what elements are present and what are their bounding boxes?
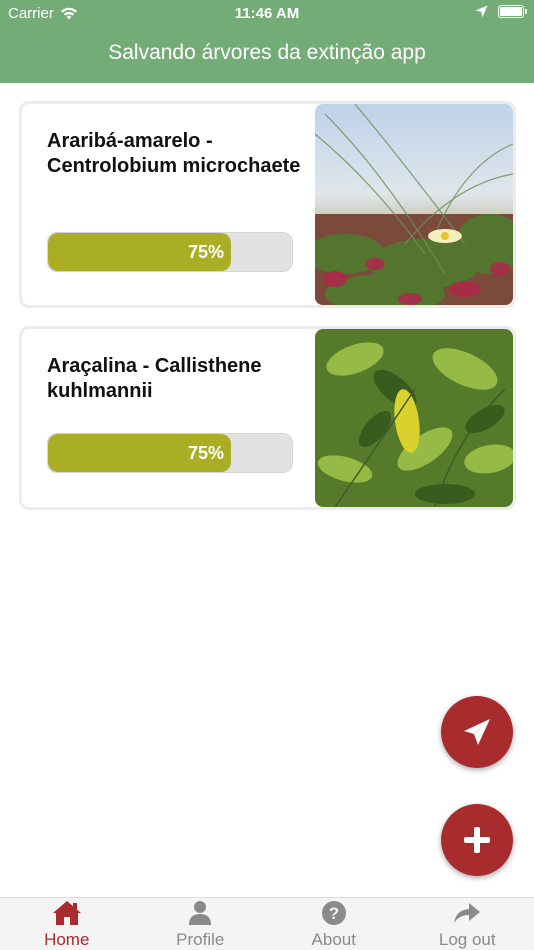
svg-text:?: ?	[329, 904, 339, 923]
share-arrow-icon	[454, 903, 481, 923]
progress-fill: 75%	[48, 233, 231, 271]
progress-bar: 75%	[47, 433, 293, 473]
status-bar: Carrier 11:46 AM	[0, 0, 534, 28]
tree-card[interactable]: Araçalina - Callisthene kuhlmannii 75%	[19, 326, 516, 510]
tree-name: Araribá-amarelo - Centrolobium microchae…	[47, 130, 301, 177]
question-icon: ?	[321, 901, 346, 925]
add-button[interactable]	[441, 804, 513, 876]
app-header: Carrier 11:46 AM Salvando árvores da ext…	[0, 0, 534, 83]
tab-about[interactable]: ? About	[267, 898, 401, 950]
tree-card[interactable]: Araribá-amarelo - Centrolobium microchae…	[19, 101, 516, 308]
progress-fill: 75%	[48, 434, 231, 472]
tab-bar: Home Profile ? About Log out	[0, 897, 534, 950]
tree-photo	[315, 104, 513, 305]
status-time: 11:46 AM	[234, 5, 300, 22]
tree-name: Araçalina - Callisthene kuhlmannii	[47, 355, 262, 402]
tab-label: About	[311, 930, 356, 949]
tab-label: Home	[44, 930, 90, 949]
tab-logout[interactable]: Log out	[401, 898, 534, 950]
tab-label: Log out	[438, 930, 496, 949]
paper-plane-icon	[464, 719, 490, 745]
status-right	[475, 5, 527, 18]
progress-label: 75%	[187, 241, 224, 262]
user-icon	[189, 901, 212, 925]
tab-label: Profile	[176, 930, 225, 949]
home-icon	[52, 901, 81, 925]
plus-icon	[464, 827, 490, 853]
battery-icon	[498, 5, 527, 18]
progress-bar: 75%	[47, 232, 293, 272]
tab-home[interactable]: Home	[0, 898, 134, 950]
send-button[interactable]	[441, 696, 513, 768]
location-arrow-icon	[475, 5, 488, 18]
tree-photo	[315, 329, 513, 507]
progress-label: 75%	[187, 442, 224, 463]
page-title: Salvando árvores da extinção app	[108, 41, 426, 64]
tab-profile[interactable]: Profile	[134, 898, 268, 950]
